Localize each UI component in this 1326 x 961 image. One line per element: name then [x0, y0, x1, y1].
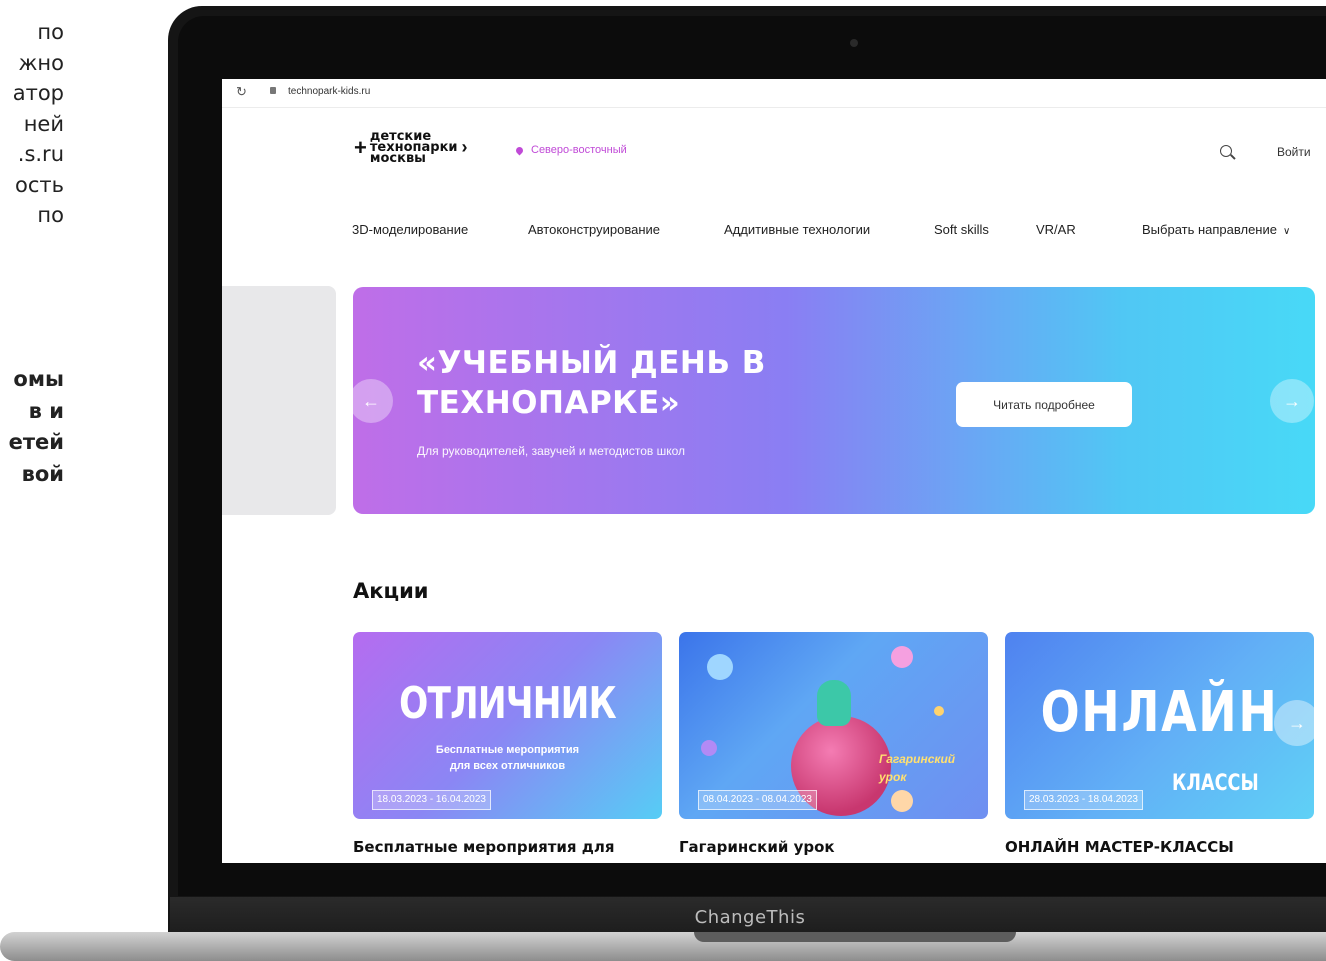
nav-item[interactable]: Аддитивные технологии — [724, 222, 870, 237]
astronaut-illustration — [817, 680, 851, 726]
nav-dropdown-label: Выбрать направление — [1142, 222, 1277, 237]
side-text-line: ней — [23, 111, 64, 136]
nav-item[interactable]: VR/AR — [1036, 222, 1076, 237]
planet-icon — [891, 790, 913, 812]
promo-card-excellent[interactable]: ОТЛИЧНИК Бесплатные мероприятия для всех… — [353, 632, 662, 819]
promo-card-gagarin[interactable]: Гагаринский урок 08.04.2023 - 08.04.2023 — [679, 632, 988, 819]
card-date: 28.03.2023 - 18.04.2023 — [1024, 790, 1143, 810]
logo-plus-icon: + — [354, 134, 367, 160]
planet-icon — [701, 740, 717, 756]
promo-card-title[interactable]: ОНЛАЙН МАСТЕР-КЛАССЫ — [1005, 838, 1234, 856]
card-date: 08.04.2023 - 08.04.2023 — [698, 790, 817, 810]
side-text-line: в и — [28, 398, 64, 423]
planet-icon — [891, 646, 913, 668]
card-art-title: Гагаринский урок — [879, 750, 955, 786]
side-text-line: s.ru. — [17, 142, 64, 166]
banner-next-arrow-icon[interactable]: → — [1270, 379, 1314, 423]
card-art-title-line: Гагаринский — [879, 752, 956, 766]
card-art-title: ОНЛАЙН — [1040, 680, 1279, 745]
chevron-down-icon: ∨ — [1282, 226, 1291, 237]
side-text-line: омы — [13, 367, 64, 391]
laptop-hinge-notch — [694, 932, 1016, 942]
card-art-subtitle-line: Бесплатные мероприятия — [435, 744, 580, 756]
card-art-title: ОТЛИЧНИК — [399, 678, 617, 729]
banner-title-line: ТЕХНОПАРКЕ» — [417, 385, 681, 421]
laptop-base — [0, 932, 1326, 961]
promo-card-title[interactable]: Бесплатные мероприятия для — [353, 838, 615, 856]
browser-screen: ↻ technopark-kids.ru + детские технопарк… — [222, 79, 1326, 863]
card-date: 18.03.2023 - 16.04.2023 — [372, 790, 491, 810]
logo-text: детские технопарки москвы — [370, 130, 458, 165]
banner-title-line: «УЧЕБНЫЙ ДЕНЬ В — [417, 345, 766, 381]
region-selector[interactable]: Северо-восточный — [514, 144, 627, 156]
side-text-line: атор — [12, 81, 64, 105]
banner-subtitle: Для руководителей, завучей и методистов … — [417, 444, 686, 458]
side-text-top: по жно атор ней s.ru. ость по — [0, 17, 64, 231]
nav-dropdown[interactable]: Выбрать направление ∨ — [1142, 222, 1290, 237]
card-art-title-line: урок — [879, 770, 907, 784]
address-bar: ↻ technopark-kids.ru — [222, 79, 1326, 108]
read-more-button[interactable]: Читать подробнее — [956, 382, 1132, 427]
region-label: Северо-восточный — [531, 144, 627, 156]
cards-next-arrow-icon[interactable]: → — [1274, 700, 1320, 746]
site-logo[interactable]: + детские технопарки москвы › — [354, 130, 468, 165]
previous-slide-peek — [222, 286, 336, 515]
nav-item[interactable]: 3D-моделирование — [352, 222, 468, 237]
logo-chevron-icon: › — [461, 137, 468, 157]
laptop-brand-label: ChangeThis — [694, 907, 806, 928]
side-text-bold: омы в и етей вой — [0, 364, 64, 490]
camera-icon — [850, 39, 858, 47]
promos-heading: Акции — [353, 579, 429, 603]
promo-card-online[interactable]: ОНЛАЙН КЛАССЫ 28.03.2023 - 18.04.2023 — [1005, 632, 1314, 819]
login-link[interactable]: Войти — [1277, 145, 1311, 159]
side-text-line: жно — [18, 50, 65, 75]
card-art-subtitle: КЛАССЫ — [1172, 771, 1259, 796]
banner-prev-arrow-icon[interactable]: ← — [349, 379, 393, 423]
side-text-line: по — [37, 20, 64, 44]
planet-icon — [707, 654, 733, 680]
location-pin-icon — [514, 145, 525, 155]
side-text-line: ость — [14, 172, 64, 197]
reload-icon[interactable]: ↻ — [236, 84, 247, 100]
nav-item[interactable]: Soft skills — [934, 222, 989, 237]
nav-item[interactable]: Автоконструирование — [528, 222, 660, 237]
card-art-subtitle: Бесплатные мероприятия для всех отличник… — [353, 742, 662, 774]
promo-card-title[interactable]: Гагаринский урок — [679, 838, 835, 856]
star-icon — [934, 706, 944, 716]
lock-icon — [270, 87, 276, 94]
search-icon[interactable] — [1220, 145, 1232, 157]
side-text-line: вой — [21, 461, 64, 486]
hero-banner[interactable]: «УЧЕБНЫЙ ДЕНЬ В ТЕХНОПАРКЕ» Для руководи… — [353, 287, 1315, 514]
side-text-line: етей — [8, 430, 64, 454]
side-text-line: по — [37, 203, 64, 227]
banner-title: «УЧЕБНЫЙ ДЕНЬ В ТЕХНОПАРКЕ» — [417, 343, 766, 423]
card-art-subtitle-line: для всех отличников — [449, 760, 566, 772]
url-text[interactable]: technopark-kids.ru — [288, 86, 370, 97]
